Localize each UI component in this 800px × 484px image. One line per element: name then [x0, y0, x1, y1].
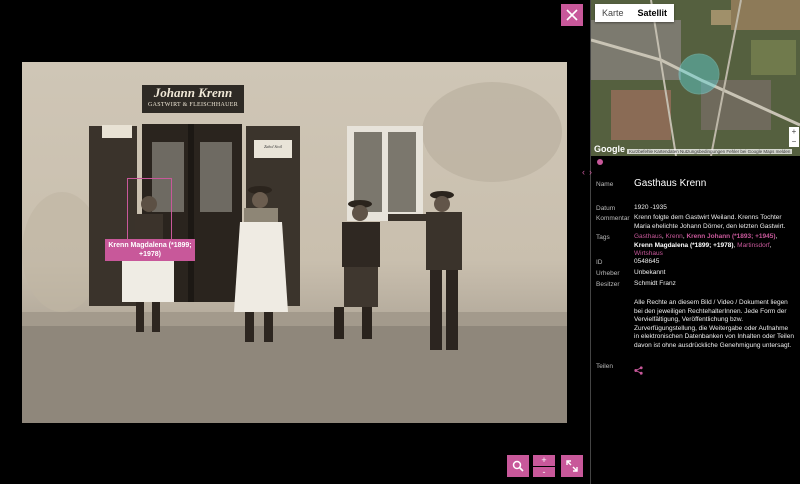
tags-list: Gasthaus, Krenn, Krenn Johann (*1893; +1… [634, 233, 778, 257]
close-icon [566, 9, 578, 21]
author-value: Unbekannt [634, 269, 666, 276]
tag-wirtshaus[interactable]: Wirtshaus [634, 250, 663, 257]
id-label: ID [596, 259, 603, 266]
share-label: Teilen [596, 363, 613, 370]
map-type-tabs: Karte Satellit [595, 4, 675, 22]
next-arrow-icon[interactable]: › [589, 167, 592, 177]
owner-label: Besitzer [596, 281, 620, 288]
shop-sign: Johann Krenn GASTWIRT & FLEISCHHAUER [142, 85, 244, 113]
share-button[interactable] [634, 362, 643, 380]
close-button[interactable] [561, 4, 583, 26]
map-zoom-out[interactable]: − [789, 137, 799, 147]
prev-arrow-icon[interactable]: ‹ [582, 167, 585, 177]
tab-karte[interactable]: Karte [595, 4, 631, 22]
tag-krenn[interactable]: Krenn [665, 233, 682, 240]
zoom-out-button[interactable]: - [533, 467, 555, 477]
magnify-button[interactable] [507, 455, 529, 477]
tab-satellit[interactable]: Satellit [631, 4, 675, 22]
map-zoom-control: + − [789, 127, 799, 147]
map-imagery [591, 0, 800, 156]
name-label: Name [596, 181, 614, 188]
tag-martinsdorf[interactable]: Martinsdorf [737, 242, 770, 249]
tags-label: Tags [596, 234, 610, 241]
photo-title: Gasthaus Krenn [634, 178, 707, 189]
author-label: Urheber [596, 270, 620, 277]
zoom-in-button[interactable]: + [533, 455, 555, 466]
owner-value: Schmidt Franz [634, 280, 676, 287]
nav-arrows: ‹ › [582, 167, 592, 177]
search-icon [512, 460, 524, 472]
shop-sign-subtitle: GASTWIRT & FLEISCHHAUER [147, 102, 239, 108]
fullscreen-button[interactable] [561, 455, 583, 477]
face-tag-label[interactable]: Krenn Magdalena (*1899; +1978) [105, 239, 195, 261]
google-logo: Google [594, 144, 625, 154]
expand-icon [566, 460, 578, 472]
info-icon[interactable] [597, 159, 603, 165]
tag-krenn-johann[interactable]: Krenn Johann (*1893; +1945) [686, 233, 775, 240]
shop-sign-name: Johann Krenn [153, 85, 233, 100]
map-zoom-in[interactable]: + [789, 127, 799, 137]
rights-notice: Alle Rechte an diesem Bild / Video / Dok… [634, 299, 794, 349]
face-tag-box[interactable] [127, 178, 172, 240]
comment-value: Krenn folgte dem Gastwirt Weiland. Krenn… [634, 214, 786, 230]
comment-label: Kommentar [596, 215, 630, 222]
tag-gasthaus[interactable]: Gasthaus [634, 233, 662, 240]
image-viewer: Johann Krenn GASTWIRT & FLEISCHHAUER Zah… [0, 0, 590, 484]
photo-scene [22, 82, 567, 423]
tag-krenn-magdalena[interactable]: Krenn Magdalena (*1899; +1978) [634, 242, 734, 249]
date-value: 1920 -1935 [634, 204, 667, 211]
share-icon [634, 366, 643, 375]
historical-photo: Johann Krenn GASTWIRT & FLEISCHHAUER Zah… [22, 62, 567, 423]
id-value: 0548645 [634, 258, 660, 265]
date-label: Datum [596, 205, 616, 212]
map-footer-links[interactable]: Kurzbefehle Kartendaten Nutzungsbedingun… [627, 149, 793, 154]
satellite-map[interactable]: Karte Satellit + − Google Kurzbefehle Ka… [591, 0, 800, 156]
door-placard: Zahol Stoil [264, 144, 282, 149]
